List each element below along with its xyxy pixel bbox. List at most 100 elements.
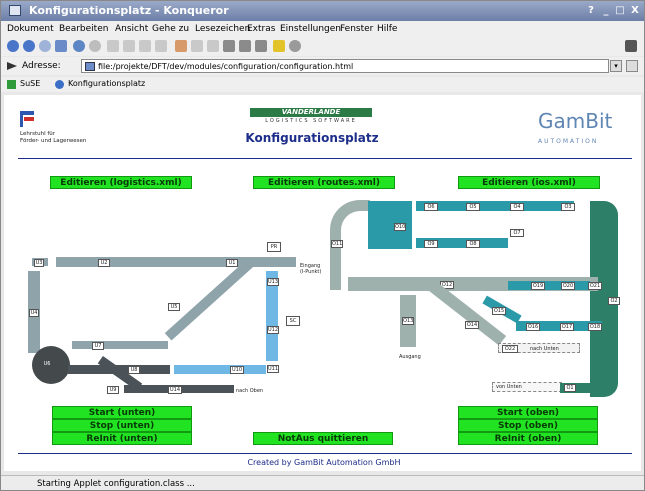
status-bar: Starting Applet configuration.class ...	[1, 475, 644, 490]
close-button[interactable]: X	[628, 4, 642, 17]
block-o3[interactable]: O3	[561, 203, 575, 211]
stop-icon[interactable]	[89, 40, 101, 52]
stop-unten-button[interactable]: Stop (unten)	[52, 419, 192, 432]
lehrstuhl-logo-red	[24, 117, 34, 121]
block-o17[interactable]: O17	[560, 323, 574, 331]
edit-ios-button[interactable]: Editieren (ios.xml)	[458, 176, 600, 189]
window-title: Konfigurationsplatz - Konqueror	[29, 4, 229, 17]
up-icon[interactable]	[7, 40, 19, 52]
copy-icon[interactable]	[139, 40, 151, 52]
block-o21[interactable]: O21	[588, 282, 602, 290]
block-o2[interactable]: O2	[608, 297, 620, 305]
block-o9[interactable]: O9	[424, 240, 438, 248]
reinit-oben-button[interactable]: ReInit (oben)	[458, 432, 598, 445]
menu-fenster[interactable]: Fenster	[340, 24, 373, 34]
paste-icon[interactable]	[155, 40, 167, 52]
go-button[interactable]	[626, 60, 638, 72]
maximize-button[interactable]: □	[613, 4, 627, 17]
menu-ansicht[interactable]: Ansicht	[115, 24, 148, 34]
block-o20[interactable]: O20	[561, 282, 575, 290]
block-u11[interactable]: U11	[267, 365, 279, 373]
address-dropdown-button[interactable]: ▾	[610, 60, 622, 72]
title-bar[interactable]: Konfigurationsplatz - Konqueror ? _ □ X	[1, 1, 644, 21]
reinit-unten-button[interactable]: ReInit (unten)	[52, 432, 192, 445]
block-u8[interactable]: U8	[128, 366, 140, 374]
menu-bar: Dokument Bearbeiten Ansicht Gehe zu Lese…	[1, 21, 644, 38]
block-o15[interactable]: O15	[492, 307, 506, 315]
von-unten-label: von Unten	[496, 384, 522, 390]
home-icon[interactable]	[55, 40, 67, 52]
block-u2[interactable]: U2	[98, 259, 110, 267]
block-u10[interactable]: U10	[230, 366, 244, 374]
bookmark-suse[interactable]: SuSE	[20, 79, 40, 88]
block-o22[interactable]: O22	[502, 345, 518, 353]
block-o10[interactable]: O10	[394, 223, 406, 231]
block-o19[interactable]: O19	[531, 282, 545, 290]
notaus-quittieren-button[interactable]: NotAus quittieren	[253, 432, 393, 445]
settings-icon[interactable]	[289, 40, 301, 52]
menu-bearbeiten[interactable]: Bearbeiten	[59, 24, 108, 34]
block-o18[interactable]: O18	[588, 323, 602, 331]
zoom-out-icon[interactable]	[239, 40, 251, 52]
block-o13[interactable]: O13	[402, 317, 414, 325]
footer-credit: Created by GamBit Automation GmbH	[247, 458, 401, 467]
menu-extras[interactable]: Extras	[247, 24, 275, 34]
menu-gehe-zu[interactable]: Gehe zu	[152, 24, 189, 34]
print-icon[interactable]	[107, 40, 119, 52]
block-u6[interactable]: U6	[41, 361, 53, 367]
block-o5[interactable]: O5	[466, 203, 480, 211]
block-u13[interactable]: U13	[267, 278, 279, 286]
block-o7[interactable]: O7	[510, 229, 524, 237]
block-o8[interactable]: O8	[466, 240, 480, 248]
lock-icon[interactable]	[273, 40, 285, 52]
block-o6[interactable]: O6	[424, 203, 438, 211]
block-u14[interactable]: U14	[168, 386, 182, 394]
bookmark-konfigurationsplatz[interactable]: Konfigurationsplatz	[68, 79, 145, 88]
block-o16[interactable]: O16	[526, 323, 540, 331]
block-u3[interactable]: U3	[34, 259, 44, 267]
menu-hilfe[interactable]: Hilfe	[377, 24, 397, 34]
view-icon[interactable]	[191, 40, 203, 52]
block-u4[interactable]: U4	[29, 309, 39, 317]
block-pr[interactable]: PR	[267, 242, 281, 252]
minimize-button[interactable]: _	[599, 4, 613, 17]
toolbar	[1, 38, 644, 56]
address-input[interactable]	[81, 59, 609, 73]
edit-logistics-button[interactable]: Editieren (logistics.xml)	[50, 176, 192, 189]
block-u12[interactable]: U12	[267, 326, 279, 334]
forward-icon[interactable]	[39, 40, 51, 52]
zoom-in-icon[interactable]	[223, 40, 235, 52]
start-oben-button[interactable]: Start (oben)	[458, 406, 598, 419]
block-o4[interactable]: O4	[510, 203, 524, 211]
block-u9[interactable]: U9	[107, 386, 119, 394]
page-title: Konfigurationsplatz	[245, 131, 379, 145]
reload-icon[interactable]	[73, 40, 85, 52]
block-u5[interactable]: U5	[168, 303, 180, 311]
block-u7[interactable]: U7	[92, 342, 104, 350]
edit-routes-button[interactable]: Editieren (routes.xml)	[253, 176, 395, 189]
block-o14[interactable]: O14	[465, 321, 479, 329]
cut-icon[interactable]	[123, 40, 135, 52]
nach-oben-label: nach Oben	[236, 388, 264, 394]
browser-window: Konfigurationsplatz - Konqueror ? _ □ X …	[0, 0, 645, 491]
tree-icon[interactable]	[207, 40, 219, 52]
menu-lesezeichen[interactable]: Lesezeichen	[195, 24, 250, 34]
back-icon[interactable]	[23, 40, 35, 52]
help-button[interactable]: ?	[584, 4, 598, 17]
block-sc[interactable]: SC	[286, 316, 300, 326]
block-o1[interactable]: O1	[564, 384, 576, 392]
folder-icon[interactable]	[175, 40, 187, 52]
nach-unten-label: nach Unten	[530, 346, 559, 352]
eingang-label: Eingang (I-Punkt)	[300, 263, 322, 275]
lehrstuhl-line1: Lehrstuhl für	[20, 131, 56, 137]
find-icon[interactable]	[255, 40, 267, 52]
menu-dokument[interactable]: Dokument	[7, 24, 54, 34]
vanderlande-subtitle: LOGISTICS SOFTWARE	[265, 118, 357, 124]
header-divider	[18, 158, 632, 159]
stop-oben-button[interactable]: Stop (oben)	[458, 419, 598, 432]
start-unten-button[interactable]: Start (unten)	[52, 406, 192, 419]
menu-einstellungen[interactable]: Einstellungen	[280, 24, 341, 34]
block-o11[interactable]: O11	[331, 240, 343, 248]
ausgang-label: Ausgang	[399, 354, 421, 360]
block-u1[interactable]: U1	[226, 259, 238, 267]
